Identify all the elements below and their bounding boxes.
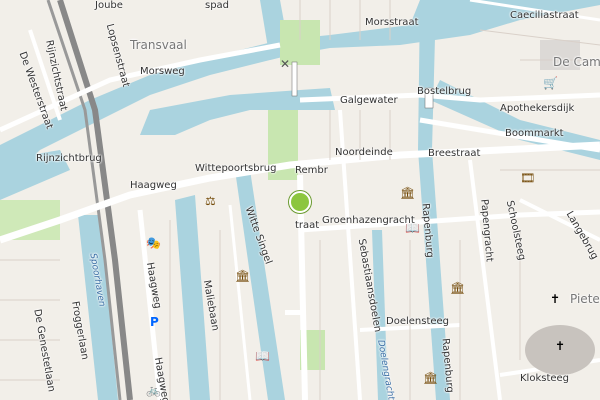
library-icon[interactable]: 📖 — [405, 222, 420, 234]
location-marker[interactable] — [289, 191, 311, 213]
shop-icon[interactable]: 🛒 — [543, 77, 558, 89]
street-label: Morsweg — [140, 66, 185, 77]
street-label: Rembr — [295, 165, 328, 176]
library-icon[interactable]: 📖 — [255, 350, 270, 362]
bike-rental-icon[interactable]: 🚲 — [146, 384, 161, 396]
street-label: Breestraat — [428, 148, 481, 159]
canal-galgewater — [140, 88, 335, 135]
street-label: Bostelbrug — [417, 86, 472, 97]
map-canvas[interactable]: Transvaal De Camp Pieter Morsstraat Caec… — [0, 0, 600, 400]
museum-icon[interactable]: 🏛 — [235, 270, 250, 282]
street-label: Joube — [95, 0, 123, 11]
district-label: Transvaal — [130, 38, 187, 52]
parking-icon[interactable]: P — [150, 316, 159, 328]
street-label: Galgewater — [340, 95, 398, 106]
district-label: Pieter — [570, 292, 600, 306]
road — [468, 159, 502, 400]
theatre-icon[interactable]: 🎭 — [146, 237, 161, 249]
street-label: Apothekersdijk — [500, 103, 575, 114]
windmill-icon[interactable]: ✕ — [280, 58, 290, 70]
street-label: traat — [295, 220, 320, 231]
street-label: Noordeinde — [335, 147, 393, 158]
canal-rapenburg-north — [418, 0, 436, 150]
museum-icon[interactable]: 🏛 — [450, 282, 465, 294]
street-label: Kloksteeg — [520, 373, 570, 384]
street-label: Doelensteeg — [386, 316, 450, 327]
museum-icon[interactable]: 🏛 — [400, 187, 415, 199]
street-label: Haagweg — [130, 180, 177, 191]
street-label: spad — [205, 0, 230, 11]
church-icon[interactable]: ✝ — [550, 293, 560, 305]
district-label: De Camp — [553, 55, 600, 69]
museum-icon[interactable]: 🏛 — [423, 372, 438, 384]
street-label: Rijnzichtbrug — [36, 153, 102, 164]
street-label: Caeciliastraat — [510, 10, 579, 21]
bridge — [285, 310, 305, 315]
bridge — [291, 61, 298, 97]
street-label: Wittepoortsbrug — [195, 163, 277, 174]
street-label: Boommarkt — [505, 128, 564, 139]
road — [519, 198, 600, 242]
canal-witte-singel — [235, 170, 285, 400]
street-label: Morsstraat — [365, 17, 419, 28]
cinema-icon[interactable]: 🎞 — [520, 172, 535, 184]
courthouse-icon[interactable]: ⚖ — [205, 195, 216, 207]
church-icon[interactable]: ✝ — [555, 340, 565, 352]
street-label: Groenhazengracht — [322, 215, 415, 226]
